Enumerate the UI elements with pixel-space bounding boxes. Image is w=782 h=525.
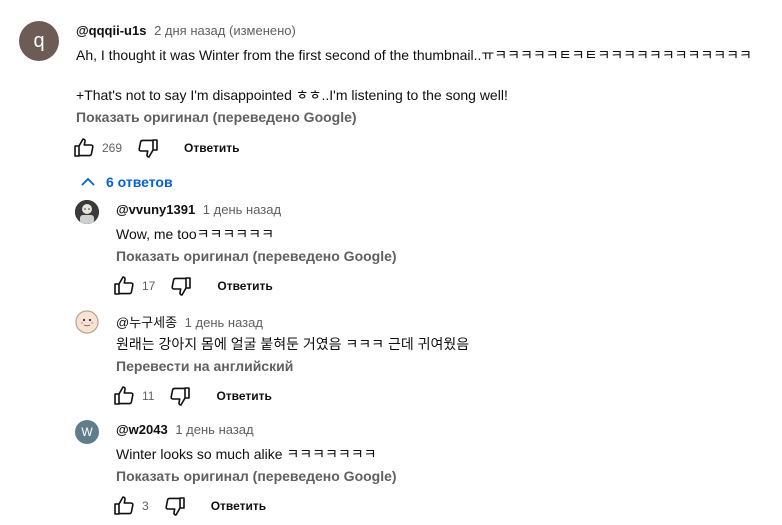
comment-actions: 11 Ответить xyxy=(112,384,272,408)
reply-button[interactable]: Ответить xyxy=(216,389,271,403)
thumbs-down-icon[interactable] xyxy=(168,384,192,408)
thumbs-down-icon[interactable] xyxy=(136,136,160,160)
comment-timestamp[interactable]: 1 день назад xyxy=(175,422,253,437)
comment-author[interactable]: @vvuny1391 xyxy=(116,202,195,217)
comment-actions: 3 Ответить xyxy=(112,494,266,518)
comment-actions: 269 Ответить xyxy=(72,136,239,160)
comment-text: 원래는 강아지 몸에 얼굴 붙혀둔 거였음 ㅋㅋㅋ 근데 귀여웠음 xyxy=(116,336,470,352)
avatar-letter: W xyxy=(81,425,93,439)
comment-text-line-1: Ah, I thought it was Winter from the fir… xyxy=(76,47,752,63)
reply-button[interactable]: Ответить xyxy=(184,141,239,155)
translate-link[interactable]: Перевести на английский xyxy=(116,358,293,374)
avatar-letter: q xyxy=(33,29,45,52)
comment-timestamp[interactable]: 2 дня назад (изменено) xyxy=(154,23,296,38)
comment-text-line-2: +That's not to say I'm disappointed ㅎㅎ..… xyxy=(76,87,508,103)
comment-author[interactable]: @w2043 xyxy=(116,422,168,437)
reply-comment: @vvuny1391 1 день назад Wow, me tooㅋㅋㅋㅋㅋ… xyxy=(0,195,782,305)
translate-link[interactable]: Показать оригинал (переведено Google) xyxy=(116,468,397,484)
thumbs-up-icon[interactable] xyxy=(112,274,136,298)
reply-button[interactable]: Ответить xyxy=(217,279,272,293)
like-count: 3 xyxy=(142,499,149,513)
thumbs-up-icon[interactable] xyxy=(112,384,136,408)
reply-comment: @누구세종 1 день назад 원래는 강아지 몸에 얼굴 붙혀둔 거였음… xyxy=(0,305,782,415)
replies-count-label: 6 ответов xyxy=(106,174,173,190)
comment-author[interactable]: @qqqii-u1s xyxy=(76,23,146,38)
thumbs-up-icon[interactable] xyxy=(112,494,136,518)
avatar[interactable]: W xyxy=(75,420,99,444)
like-count: 11 xyxy=(142,389,155,403)
like-count: 17 xyxy=(142,279,156,293)
comment-header: @vvuny1391 1 день назад xyxy=(116,202,281,217)
replies-toggle-button[interactable]: 6 ответов xyxy=(78,172,173,192)
comment-header: @qqqii-u1s 2 дня назад (изменено) xyxy=(76,23,296,38)
like-count: 269 xyxy=(102,141,123,155)
avatar[interactable] xyxy=(75,310,99,334)
avatar-photo-icon xyxy=(75,200,99,224)
avatar-face-icon xyxy=(75,310,99,334)
avatar[interactable] xyxy=(75,200,99,224)
thumbs-up-icon[interactable] xyxy=(72,136,96,160)
comment-header: @누구세종 1 день назад xyxy=(116,312,263,331)
thumbs-down-icon[interactable] xyxy=(163,494,187,518)
comment-header: @w2043 1 день назад xyxy=(116,422,254,437)
chevron-up-icon xyxy=(78,172,98,192)
comment-timestamp[interactable]: 1 день назад xyxy=(185,315,263,330)
comment-actions: 17 Ответить xyxy=(112,274,273,298)
translate-link[interactable]: Показать оригинал (переведено Google) xyxy=(116,248,397,264)
reply-comment: W @w2043 1 день назад Winter looks so mu… xyxy=(0,415,782,525)
reply-button[interactable]: Ответить xyxy=(211,499,266,513)
comment-author[interactable]: @누구세종 xyxy=(116,315,177,330)
comment-timestamp[interactable]: 1 день назад xyxy=(203,202,281,217)
avatar[interactable]: q xyxy=(19,21,59,61)
main-comment: q @qqqii-u1s 2 дня назад (изменено) Ah, … xyxy=(0,0,782,170)
thumbs-down-icon[interactable] xyxy=(169,274,193,298)
translate-link[interactable]: Показать оригинал (переведено Google) xyxy=(76,109,357,125)
comment-text: Winter looks so much alike ㅋㅋㅋㅋㅋㅋㅋ xyxy=(116,446,377,462)
comment-text: Wow, me tooㅋㅋㅋㅋㅋㅋ xyxy=(116,226,274,242)
